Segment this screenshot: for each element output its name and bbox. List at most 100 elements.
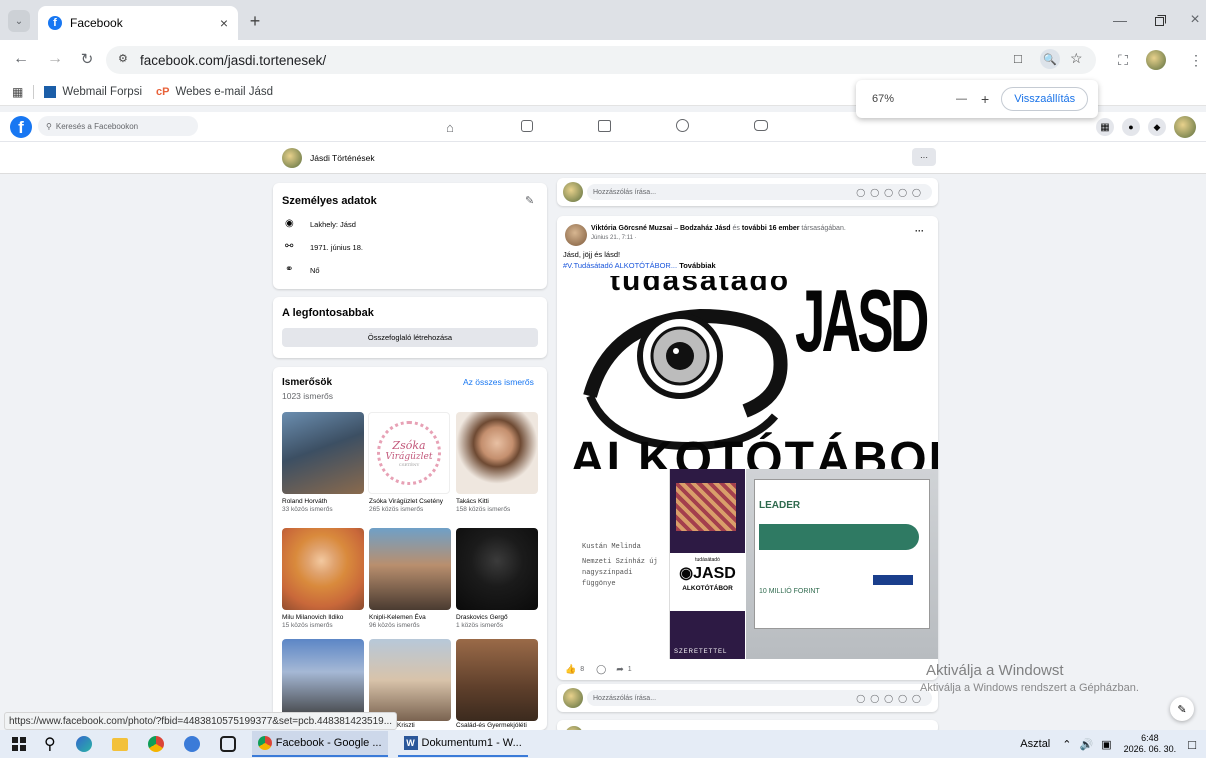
- tab-close-icon[interactable]: ×: [220, 15, 228, 31]
- friend-photo[interactable]: [456, 639, 538, 721]
- zoom-in-button[interactable]: +: [981, 91, 989, 107]
- friend-name[interactable]: Draskovics Gergő: [456, 614, 538, 622]
- friend-name[interactable]: Roland Horváth: [282, 498, 364, 506]
- share-icon[interactable]: ➦: [616, 664, 624, 675]
- install-icon[interactable]: □: [1014, 51, 1022, 66]
- post-others[interactable]: további 16 ember: [742, 225, 800, 232]
- friend-name[interactable]: Knipli-Kelemen Éva: [369, 614, 451, 622]
- extensions-icon[interactable]: ⛶: [1114, 50, 1132, 70]
- friend-photo[interactable]: [282, 639, 364, 721]
- friend-photo[interactable]: [369, 528, 451, 610]
- bookmark-webmail-forpsi[interactable]: Webmail Forpsi: [62, 86, 142, 98]
- forward-button[interactable]: →: [46, 50, 64, 68]
- page-more-button[interactable]: ···: [912, 148, 936, 166]
- zoom-out-button[interactable]: —: [956, 93, 967, 105]
- tab-search-button[interactable]: ⌄: [8, 10, 30, 32]
- menu-grid-icon[interactable]: ▦: [1096, 118, 1114, 136]
- restore-button[interactable]: [1148, 10, 1172, 30]
- minimize-button[interactable]: —: [1108, 10, 1132, 30]
- comment-tool-icons[interactable]: ◯◯◯◯◯: [856, 694, 926, 703]
- comment-input[interactable]: Hozzászólás írása... ◯◯◯◯◯: [587, 184, 932, 200]
- taskbar-chrome-app[interactable]: Facebook - Google ...: [251, 731, 388, 757]
- edge-icon[interactable]: [75, 736, 92, 752]
- notifications-icon[interactable]: ◆: [1148, 118, 1166, 136]
- apps-grid-icon[interactable]: ▦: [12, 85, 23, 99]
- home-icon[interactable]: ⌂: [446, 120, 454, 135]
- tray-chevron-icon[interactable]: ⌃: [1062, 738, 1071, 751]
- friend-name[interactable]: Takács Kitti: [456, 498, 538, 506]
- back-button[interactable]: ←: [12, 50, 30, 68]
- friend-name[interactable]: Család-és Gyermekjóléti: [456, 722, 546, 730]
- file-explorer-icon[interactable]: [111, 737, 128, 751]
- chrome-icon[interactable]: [147, 736, 164, 752]
- birthday-text: 1971. június 18.: [310, 243, 363, 252]
- post-image-2[interactable]: Kustán Melinda Nemzeti Színház új nagysz…: [570, 469, 670, 659]
- mutual-friends: 33 közös ismerős: [282, 505, 333, 513]
- edit-pencil-icon[interactable]: ✎: [525, 194, 534, 207]
- account-avatar[interactable]: [1174, 116, 1196, 138]
- reload-button[interactable]: ↻: [78, 50, 96, 68]
- bookmark-star-icon[interactable]: ☆: [1070, 50, 1083, 67]
- menu-icon[interactable]: ⋮: [1189, 50, 1203, 70]
- friend-photo[interactable]: Zsóka Virágüzlet CSETÉNY: [368, 412, 450, 494]
- firefox-icon[interactable]: [183, 736, 200, 752]
- post-main-image[interactable]: tudásátadó JASD ALKOTÓTÁBOR: [570, 276, 938, 469]
- friend-card-info: Draskovics Gergő 1 közös ismerős: [456, 614, 538, 629]
- post-image-3[interactable]: tudásátadó ◉JASD ALKOTÓTÁBOR SZERETETTEL: [670, 469, 745, 659]
- bookmark-webes-email-jasd[interactable]: Webes e-mail Jásd: [175, 86, 273, 98]
- marketplace-icon[interactable]: [598, 120, 611, 132]
- friend-photo[interactable]: [369, 639, 451, 721]
- friend-photo[interactable]: [456, 528, 538, 610]
- volume-icon[interactable]: 🔊: [1079, 738, 1093, 751]
- notification-center-icon[interactable]: □: [1188, 737, 1196, 752]
- zoom-level: 67%: [872, 93, 895, 105]
- post-more-button[interactable]: ···: [915, 226, 924, 236]
- desktop-toolbar-label[interactable]: Asztal: [1020, 738, 1050, 750]
- divider: [33, 84, 35, 99]
- friend-photo[interactable]: [282, 412, 364, 494]
- comment-icon[interactable]: ◯: [596, 664, 606, 675]
- post-image-4[interactable]: LEADER 10 MILLIÓ FORINT: [746, 469, 938, 659]
- post-author[interactable]: Viktória Görcsné Muzsai: [591, 225, 672, 232]
- browser-tab[interactable]: f Facebook ×: [38, 6, 238, 40]
- zoom-reset-button[interactable]: Visszaállítás: [1001, 87, 1089, 111]
- page-name[interactable]: Jásdi Történések: [310, 153, 375, 163]
- taskbar-word-app[interactable]: W Dokumentum1 - W...: [397, 731, 528, 757]
- like-icon[interactable]: 👍: [565, 664, 576, 675]
- address-bar[interactable]: ⚙ facebook.com/jasdi.tortenesek/ □ 🔍 ☆: [106, 46, 1096, 74]
- friend-photo[interactable]: [282, 528, 364, 610]
- post-hashtag[interactable]: #V.Tudásátadó ALKOTÓTÁBOR...: [563, 261, 677, 270]
- zoom-icon[interactable]: 🔍: [1040, 49, 1060, 69]
- windows-start-icon[interactable]: [12, 737, 26, 751]
- friend-name[interactable]: Milu Milanovich Ildiko: [282, 614, 364, 622]
- friend-name[interactable]: Zsóka Virágüzlet Csetény: [369, 498, 451, 506]
- new-message-button[interactable]: ✎: [1170, 697, 1194, 721]
- post-date[interactable]: Június 21., 7:11 ·: [591, 235, 637, 241]
- facebook-search-input[interactable]: ⚲ Keresés a Facebookon: [38, 116, 198, 136]
- close-window-button[interactable]: ×: [1186, 10, 1204, 30]
- page-avatar[interactable]: [282, 148, 302, 168]
- clock[interactable]: 6:48 2026. 06. 30.: [1124, 733, 1177, 755]
- comment-tool-icons[interactable]: ◯◯◯◯◯: [856, 188, 926, 197]
- facebook-logo-icon[interactable]: f: [10, 116, 32, 138]
- messenger-icon[interactable]: ●: [1122, 118, 1140, 136]
- groups-icon[interactable]: [676, 119, 689, 132]
- post-place[interactable]: Bodzaház Jásd: [680, 225, 731, 232]
- teamviewer-icon[interactable]: [219, 736, 236, 752]
- friend-photo[interactable]: [456, 412, 538, 494]
- comment-input[interactable]: Hozzászólás írása... ◯◯◯◯◯: [587, 690, 932, 706]
- network-icon[interactable]: ▣: [1101, 738, 1111, 751]
- post-see-more[interactable]: Továbbiak: [679, 261, 716, 270]
- search-icon[interactable]: ⚲: [44, 734, 56, 754]
- friend-name[interactable]: Kriszti: [397, 722, 457, 730]
- friend-card-info: Zsóka Virágüzlet Csetény 265 közös ismerő…: [369, 498, 451, 513]
- post-author-avatar[interactable]: [565, 224, 587, 246]
- gender-text: Nő: [310, 266, 320, 275]
- video-icon[interactable]: [521, 120, 533, 132]
- profile-avatar[interactable]: [1146, 50, 1166, 70]
- site-info-icon[interactable]: ⚙: [118, 52, 128, 65]
- new-tab-button[interactable]: +: [244, 10, 266, 32]
- gaming-icon[interactable]: [754, 120, 768, 131]
- create-summary-button[interactable]: Összefoglaló létrehozása: [282, 328, 538, 347]
- all-friends-link[interactable]: Az összes ismerős: [463, 377, 534, 387]
